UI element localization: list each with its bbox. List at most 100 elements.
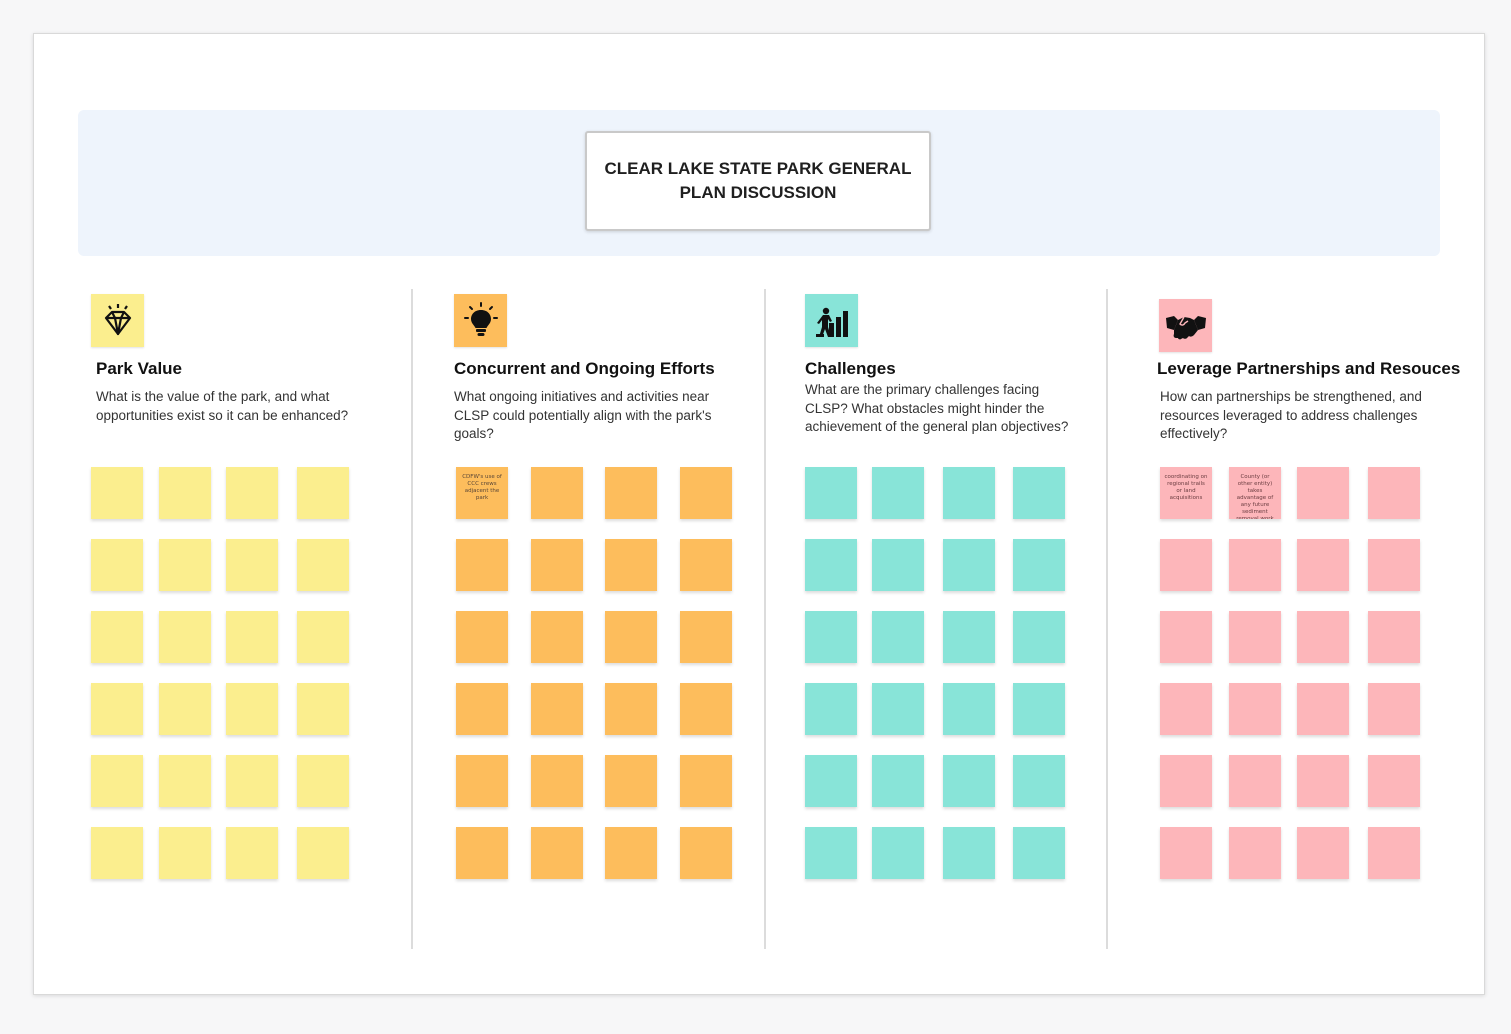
sticky-note[interactable]: [1297, 755, 1349, 807]
sticky-note[interactable]: [456, 827, 508, 879]
sticky-note[interactable]: coordinating on regional trails or land …: [1160, 467, 1212, 519]
sticky-note[interactable]: [159, 683, 211, 735]
lightbulb-icon[interactable]: [454, 294, 507, 347]
sticky-note[interactable]: [91, 683, 143, 735]
sticky-note[interactable]: [226, 467, 278, 519]
sticky-note[interactable]: [531, 539, 583, 591]
sticky-note[interactable]: [226, 611, 278, 663]
sticky-note[interactable]: [1368, 539, 1420, 591]
sticky-note[interactable]: [297, 467, 349, 519]
handshake-icon[interactable]: [1159, 299, 1212, 352]
sticky-note[interactable]: [226, 539, 278, 591]
sticky-note[interactable]: [1013, 827, 1065, 879]
sticky-note[interactable]: County (or other entity) takes advantage…: [1229, 467, 1281, 519]
sticky-note[interactable]: [1013, 611, 1065, 663]
sticky-note[interactable]: [943, 827, 995, 879]
sticky-note[interactable]: [1160, 827, 1212, 879]
sticky-note[interactable]: [1229, 827, 1281, 879]
sticky-note[interactable]: [159, 755, 211, 807]
sticky-note[interactable]: [805, 539, 857, 591]
sticky-note[interactable]: [805, 755, 857, 807]
sticky-note[interactable]: [872, 611, 924, 663]
sticky-note[interactable]: [91, 539, 143, 591]
sticky-note[interactable]: [872, 683, 924, 735]
sticky-note[interactable]: [1368, 683, 1420, 735]
sticky-note[interactable]: [605, 539, 657, 591]
background-page-link[interactable]: cmdef-a88491f2f2226b87888880: [425, 0, 867, 10]
sticky-note[interactable]: [1368, 611, 1420, 663]
sticky-note[interactable]: [531, 467, 583, 519]
sticky-note[interactable]: [680, 539, 732, 591]
sticky-note[interactable]: [680, 827, 732, 879]
sticky-note[interactable]: [297, 827, 349, 879]
sticky-note[interactable]: [1013, 539, 1065, 591]
sticky-note[interactable]: [226, 827, 278, 879]
sticky-note[interactable]: [159, 467, 211, 519]
sticky-note[interactable]: [1013, 755, 1065, 807]
sticky-note[interactable]: [1368, 827, 1420, 879]
sticky-note[interactable]: [456, 611, 508, 663]
sticky-note[interactable]: [605, 827, 657, 879]
whiteboard-canvas[interactable]: CLEAR LAKE STATE PARK GENERAL PLAN DISCU…: [33, 33, 1485, 995]
sticky-note[interactable]: [872, 827, 924, 879]
sticky-note[interactable]: [1160, 611, 1212, 663]
sticky-note[interactable]: [456, 683, 508, 735]
sticky-note[interactable]: [1297, 611, 1349, 663]
sticky-note[interactable]: [1160, 755, 1212, 807]
sticky-note[interactable]: [297, 683, 349, 735]
sticky-note[interactable]: [943, 539, 995, 591]
sticky-note[interactable]: [805, 611, 857, 663]
sticky-note[interactable]: [226, 755, 278, 807]
sticky-note[interactable]: [605, 467, 657, 519]
sticky-note[interactable]: [297, 611, 349, 663]
sticky-note[interactable]: [1160, 539, 1212, 591]
sticky-note[interactable]: [1368, 467, 1420, 519]
sticky-note[interactable]: [680, 611, 732, 663]
sticky-note[interactable]: [1229, 755, 1281, 807]
board-title-card[interactable]: CLEAR LAKE STATE PARK GENERAL PLAN DISCU…: [585, 131, 931, 231]
sticky-note[interactable]: [605, 611, 657, 663]
sticky-note[interactable]: [1229, 611, 1281, 663]
sticky-note[interactable]: [297, 539, 349, 591]
sticky-note[interactable]: [1297, 467, 1349, 519]
sticky-note[interactable]: [159, 827, 211, 879]
sticky-note[interactable]: [1013, 683, 1065, 735]
sticky-note[interactable]: [297, 755, 349, 807]
sticky-note[interactable]: [605, 755, 657, 807]
sticky-note[interactable]: [943, 755, 995, 807]
sticky-note[interactable]: [1160, 683, 1212, 735]
sticky-note[interactable]: [805, 683, 857, 735]
sticky-note[interactable]: [872, 755, 924, 807]
sticky-note[interactable]: [531, 611, 583, 663]
sticky-note[interactable]: [159, 611, 211, 663]
sticky-note[interactable]: [680, 755, 732, 807]
sticky-note[interactable]: [680, 467, 732, 519]
sticky-note[interactable]: [1297, 827, 1349, 879]
diamond-icon[interactable]: [91, 294, 144, 347]
sticky-note[interactable]: [226, 683, 278, 735]
sticky-note[interactable]: [605, 683, 657, 735]
sticky-note[interactable]: CDFW's use of CCC crews adjacent the par…: [456, 467, 508, 519]
sticky-note[interactable]: [943, 683, 995, 735]
sticky-note[interactable]: [159, 539, 211, 591]
sticky-note[interactable]: [1013, 467, 1065, 519]
sticky-note[interactable]: [872, 467, 924, 519]
sticky-note[interactable]: [1368, 755, 1420, 807]
sticky-note[interactable]: [805, 827, 857, 879]
sticky-note[interactable]: [531, 755, 583, 807]
sticky-note[interactable]: [1297, 539, 1349, 591]
sticky-note[interactable]: [91, 827, 143, 879]
sticky-note[interactable]: [531, 827, 583, 879]
sticky-note[interactable]: [456, 755, 508, 807]
sticky-note[interactable]: [91, 467, 143, 519]
sticky-note[interactable]: [805, 467, 857, 519]
sticky-note[interactable]: [531, 683, 583, 735]
sticky-note[interactable]: [1297, 683, 1349, 735]
sticky-note[interactable]: [872, 539, 924, 591]
sticky-note[interactable]: [456, 539, 508, 591]
sticky-note[interactable]: [91, 755, 143, 807]
sticky-note[interactable]: [1229, 539, 1281, 591]
sticky-note[interactable]: [943, 611, 995, 663]
sticky-note[interactable]: [91, 611, 143, 663]
sticky-note[interactable]: [943, 467, 995, 519]
